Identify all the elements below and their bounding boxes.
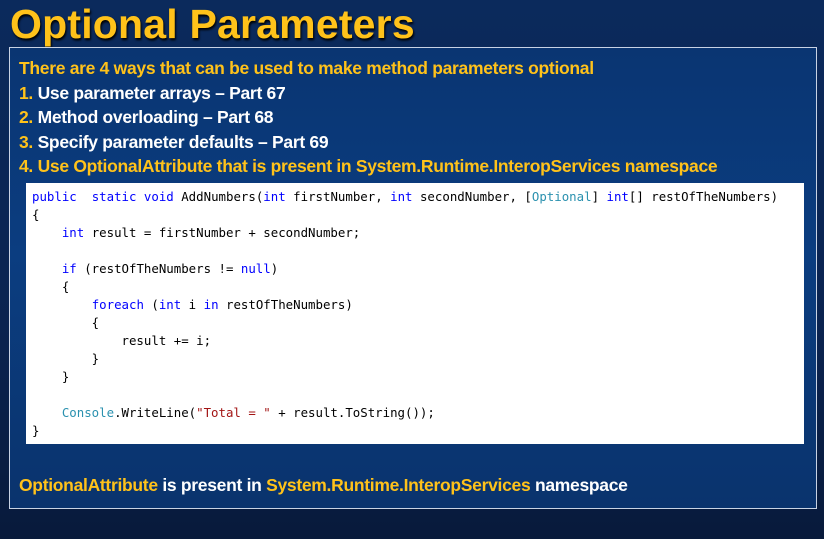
list-item-text: Use OptionalAttribute that is present in…: [37, 156, 718, 176]
code-token: int: [606, 189, 629, 204]
list-item: 4. Use OptionalAttribute that is present…: [19, 154, 718, 179]
code-token: [] restOfTheNumbers): [628, 189, 779, 204]
code-line: if (restOfTheNumbers != null): [32, 260, 804, 278]
code-token: (restOfTheNumbers !=: [76, 261, 241, 276]
code-line: {: [32, 206, 804, 224]
code-token: }: [32, 351, 100, 366]
code-token: secondNumber, [: [412, 189, 532, 204]
code-token: firstNumber,: [285, 189, 391, 204]
code-token: ): [270, 261, 279, 276]
list-item: 2. Method overloading – Part 68: [19, 105, 717, 130]
list-item-number: 4.: [19, 156, 33, 176]
code-token: + result.ToString());: [270, 405, 435, 420]
code-line: }: [32, 368, 804, 386]
footer-attribute: OptionalAttribute: [19, 475, 158, 495]
footer-note: OptionalAttribute is present in System.R…: [19, 475, 628, 496]
code-line: foreach (int i in restOfTheNumbers): [32, 296, 804, 314]
code-token: result += i;: [32, 333, 212, 348]
list-item-text: Use parameter arrays – Part 67: [37, 82, 286, 103]
code-token: .WriteLine(: [114, 405, 197, 420]
list-item: 3. Specify parameter defaults – Part 69: [19, 130, 717, 155]
code-line: {: [32, 278, 804, 296]
code-token: }: [32, 423, 40, 438]
code-token: ]: [591, 189, 607, 204]
code-token: Optional: [531, 189, 592, 204]
code-token: restOfTheNumbers): [218, 297, 353, 312]
code-token: null: [240, 261, 271, 276]
code-token: i: [181, 297, 204, 312]
code-line: Console.WriteLine("Total = " + result.To…: [32, 404, 804, 422]
bullet-list: There are 4 ways that can be used to mak…: [19, 56, 718, 179]
code-line: public static void AddNumbers(int firstN…: [32, 188, 804, 206]
list-item-number: 2.: [19, 107, 33, 127]
list-item-text: Specify parameter defaults – Part 69: [37, 131, 329, 152]
list-item-number: 3.: [19, 131, 33, 152]
code-token: foreach: [91, 297, 144, 312]
code-token: {: [32, 315, 100, 330]
code-token: AddNumbers(: [173, 189, 264, 204]
code-line: int result = firstNumber + secondNumber;: [32, 224, 804, 242]
code-token: int: [263, 189, 286, 204]
code-token: public: [32, 189, 77, 204]
code-token: result = firstNumber + secondNumber;: [84, 225, 361, 240]
intro-text: There are 4 ways that can be used to mak…: [19, 58, 594, 78]
code-token: "Total = ": [196, 405, 271, 420]
code-token: int: [390, 189, 413, 204]
slide-title: Optional Parameters: [10, 1, 415, 47]
code-token: int: [158, 297, 182, 312]
code-token: {: [32, 279, 70, 294]
list-item-text: Method overloading – Part 68: [37, 107, 274, 127]
list-item-number: 1.: [19, 82, 33, 103]
code-token: (: [143, 297, 159, 312]
code-token: }: [32, 369, 70, 384]
code-snippet: public static void AddNumbers(int firstN…: [26, 183, 804, 444]
code-token: Console: [61, 405, 115, 420]
content-box: There are 4 ways that can be used to mak…: [9, 47, 817, 509]
footer-namespace: System.Runtime.InteropServices: [266, 475, 531, 495]
code-line: {: [32, 314, 804, 332]
code-token: {: [32, 207, 40, 222]
code-token: void: [143, 189, 174, 204]
code-token: in: [203, 297, 219, 312]
footer-suffix: namespace: [530, 475, 628, 495]
code-line: }: [32, 422, 804, 440]
footer-connector: is present in: [157, 475, 267, 495]
code-line: result += i;: [32, 332, 804, 350]
slide: Optional Parameters There are 4 ways tha…: [0, 0, 824, 539]
list-item: 1. Use parameter arrays – Part 67: [19, 81, 717, 106]
code-token: if: [61, 261, 77, 276]
code-token: static: [91, 189, 137, 204]
code-line: }: [32, 350, 804, 368]
code-token: int: [61, 225, 85, 240]
